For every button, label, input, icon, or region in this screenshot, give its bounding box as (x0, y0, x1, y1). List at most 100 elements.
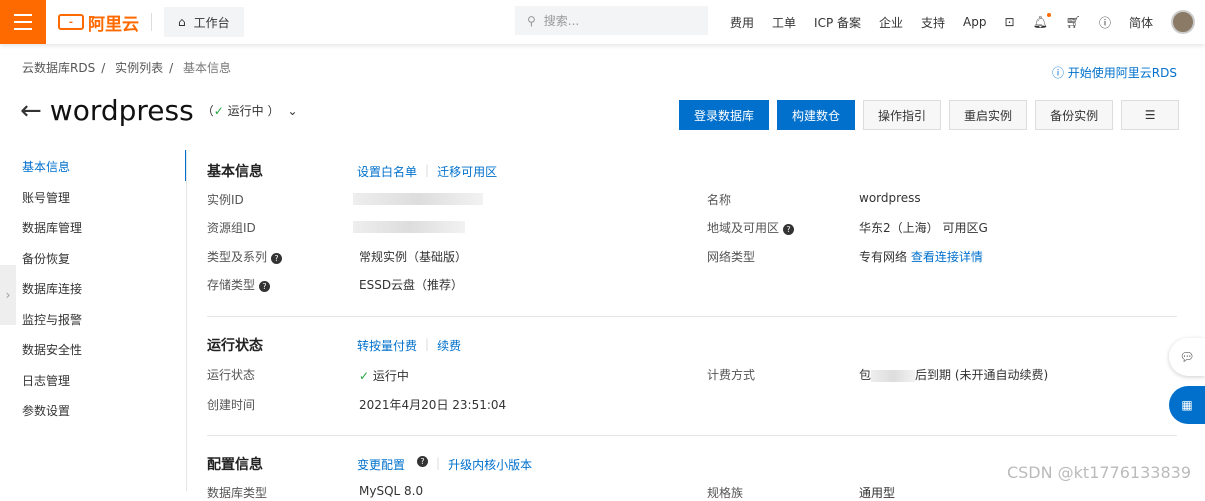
crumb-rds[interactable]: 云数据库RDS (22, 61, 95, 75)
divider (207, 316, 1177, 317)
nav-fees[interactable]: 费用 (730, 14, 754, 31)
chevron-down-icon[interactable]: ⌄ (287, 104, 297, 118)
label: 计费方式 (707, 368, 756, 382)
back-arrow-icon[interactable]: ← (20, 96, 42, 126)
nav-support[interactable]: 支持 (921, 14, 945, 31)
action-buttons: 登录数据库 构建数仓 操作指引 重启实例 备份实例 ☰ (679, 100, 1180, 130)
watermark: CSDN @kt1776133839 (1006, 463, 1191, 482)
whitelist-link[interactable]: 设置白名单 (357, 163, 417, 180)
sidebar: 基本信息 账号管理 数据库管理 备份恢复 数据库连接 监控与报警 数据安全性 日… (0, 150, 187, 425)
question-icon: ⓘ (1051, 66, 1068, 80)
divider (151, 13, 152, 31)
blurred-value (353, 220, 465, 233)
build-warehouse-button[interactable]: 构建数仓 (777, 100, 856, 130)
collapse-handle[interactable]: › (0, 265, 16, 325)
sidebar-item-security[interactable]: 数据安全性 (0, 333, 187, 364)
check-icon: ✓ (213, 104, 224, 118)
label: 创建时间 (207, 398, 256, 412)
chat-icon[interactable]: 💬︎ (1169, 338, 1205, 376)
value: wordpress (859, 191, 921, 205)
help-icon[interactable]: ? (417, 456, 429, 467)
crumb-current: 基本信息 (182, 61, 231, 75)
workbench-label: 工作台 (193, 15, 230, 30)
section-title: 运行状态 (207, 338, 263, 354)
sidebar-divider (186, 150, 187, 491)
upgrade-kernel-link[interactable]: 升级内核小版本 (448, 456, 532, 473)
label: 资源组ID (207, 221, 256, 235)
label: 存储类型 (207, 278, 256, 292)
help-icon[interactable]: ? (783, 224, 795, 235)
value: 专有网络 (859, 250, 908, 264)
bell-icon[interactable]: 🔔︎ (1033, 13, 1052, 29)
value: 华东2（上海） 可用区G (859, 221, 988, 235)
sidebar-item-backup[interactable]: 备份恢复 (0, 242, 187, 273)
status-badge: （✓ 运行中 ） (201, 104, 280, 118)
value: 常规实例（基础版） (359, 250, 468, 264)
guide-button[interactable]: 操作指引 (863, 100, 942, 130)
crumb-sep: / (169, 61, 174, 75)
value: 运行中 (372, 369, 409, 383)
label: 数据库类型 (207, 486, 268, 500)
sidebar-item-connection[interactable]: 数据库连接 (0, 272, 187, 303)
label: 运行状态 (207, 368, 256, 382)
avatar[interactable] (1171, 10, 1196, 34)
section-title: 基本信息 (207, 164, 263, 180)
change-config-link[interactable]: 变更配置 (357, 456, 405, 473)
help-icon[interactable]: ? (271, 253, 283, 264)
lang-switch[interactable]: 简体 (1129, 14, 1153, 31)
help-icon[interactable]: ⓘ (1099, 14, 1111, 31)
breadcrumb: 云数据库RDS / 实例列表 / 基本信息 (22, 59, 237, 76)
basic-info-section: 基本信息 设置白名单 | 迁移可用区 实例ID 资源组ID 类型及系列? 常规实例（… (207, 163, 988, 292)
label: 类型及系列 (207, 250, 268, 264)
home-icon: ⌂ (178, 15, 186, 29)
sidebar-item-basic[interactable]: 基本信息 (0, 150, 187, 181)
sidebar-item-params[interactable]: 参数设置 (0, 394, 187, 425)
backup-button[interactable]: 备份实例 (1035, 100, 1114, 130)
more-icon[interactable]: ☰ (1121, 100, 1180, 130)
sidebar-item-monitoring[interactable]: 监控与报警 (0, 303, 187, 334)
page-title: ← wordpress （✓ 运行中 ） ⌄ (20, 94, 298, 127)
switch-payg-link[interactable]: 转按量付费 (357, 337, 417, 354)
crumb-sep: / (101, 61, 106, 75)
connection-details-link[interactable]: 查看连接详情 (911, 250, 983, 264)
sidebar-item-logs[interactable]: 日志管理 (0, 364, 187, 395)
nav-enterprise[interactable]: 企业 (879, 14, 903, 31)
restart-button[interactable]: 重启实例 (949, 100, 1028, 130)
check-icon: ✓ (359, 369, 370, 383)
help-link[interactable]: ⓘ 开始使用阿里云RDS (1052, 64, 1177, 81)
terminal-icon[interactable]: ⊡ (1005, 15, 1015, 29)
instance-name: wordpress (49, 94, 194, 127)
nav-app[interactable]: App (963, 15, 986, 29)
sidebar-item-databases[interactable]: 数据库管理 (0, 211, 187, 242)
label: 名称 (707, 193, 732, 207)
crumb-instances[interactable]: 实例列表 (115, 61, 163, 75)
top-nav: 费用 工单 ICP 备案 企业 支持 App ⊡ 🔔︎ 🛒︎ ⓘ 简体 (730, 0, 1196, 44)
aliyun-logo[interactable]: - 阿里云 (58, 10, 139, 35)
label: 地域及可用区 (707, 221, 780, 235)
login-db-button[interactable]: 登录数据库 (679, 100, 770, 130)
status-text: 运行中 (227, 104, 264, 118)
value: MySQL 8.0 (359, 484, 424, 498)
renew-link[interactable]: 续费 (437, 337, 461, 354)
blurred-value (871, 369, 916, 382)
workbench-button[interactable]: ⌂ 工作台 (164, 7, 244, 37)
value: 2021年4月20日 23:51:04 (359, 398, 507, 412)
nav-icp[interactable]: ICP 备案 (814, 14, 861, 31)
value: ESSD云盘（推荐） (359, 278, 464, 292)
help-icon[interactable]: ? (259, 281, 271, 292)
search-input[interactable]: ⚲ 搜索... (515, 6, 708, 35)
sidebar-item-accounts[interactable]: 账号管理 (0, 181, 187, 212)
value: 后到期 (未开通自动续费) (915, 368, 1049, 382)
logo-text: 阿里云 (88, 14, 139, 35)
migrate-zone-link[interactable]: 迁移可用区 (437, 163, 497, 180)
top-bar: - 阿里云 ⌂ 工作台 ⚲ 搜索... 费用 工单 ICP 备案 企业 支持 App … (0, 0, 1205, 44)
label: 实例ID (207, 193, 244, 207)
search-icon: ⚲ (527, 13, 536, 28)
value: 通用型 (859, 486, 896, 500)
cart-icon[interactable]: 🛒︎ (1066, 15, 1081, 29)
menu-button[interactable] (0, 0, 46, 44)
search-placeholder: 搜索... (543, 14, 580, 28)
nav-tickets[interactable]: 工单 (772, 14, 796, 31)
apps-icon[interactable]: ▦ (1169, 386, 1205, 424)
value: 包 (859, 368, 872, 382)
